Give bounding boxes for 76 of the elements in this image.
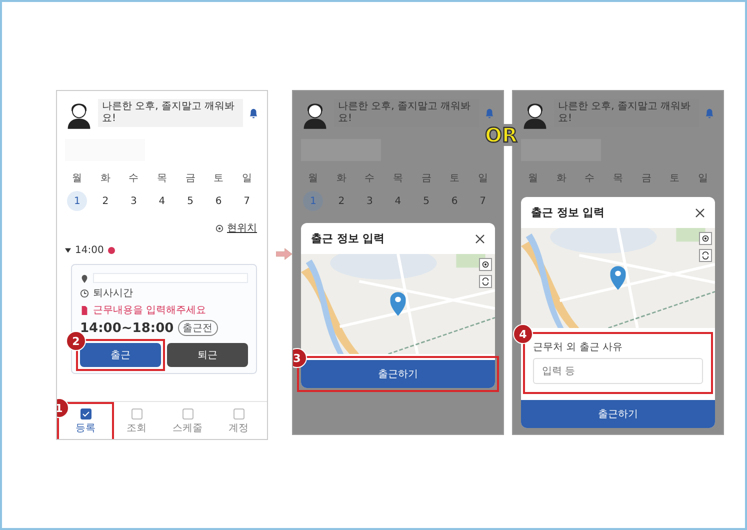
weekday-label: 화 [556, 172, 566, 185]
check-square-icon [80, 408, 92, 420]
clock-icon [80, 288, 89, 298]
date-button[interactable]: 7 [472, 191, 493, 211]
refresh-icon [481, 277, 490, 286]
step-badge: 4 [513, 324, 533, 344]
weekday-label: 금 [641, 172, 652, 185]
or-label: OR [483, 124, 520, 146]
weekday-label: 금 [185, 172, 196, 185]
date-button[interactable]: 3 [124, 191, 144, 211]
date-button[interactable]: 1 [67, 191, 88, 211]
reason-label: 근무처 외 출근 사유 [533, 341, 624, 354]
date-button[interactable]: 2 [95, 191, 116, 211]
dialog-title: 출근 정보 입력 [531, 205, 605, 220]
status-dot-icon [108, 247, 115, 254]
attendance-button[interactable]: 출근 [80, 343, 161, 367]
locate-button[interactable] [479, 258, 492, 271]
reason-input[interactable]: 입력 등 [533, 358, 703, 384]
square-icon [232, 408, 244, 420]
weekday-label: 화 [100, 172, 110, 185]
nav-tab[interactable]: 스케줄 [163, 406, 212, 437]
weekday-label: 토 [450, 172, 460, 185]
weekday-label: 화 [336, 172, 346, 185]
square-icon [130, 408, 142, 420]
weekday-label: 일 [698, 172, 708, 185]
weekday-label: 목 [156, 172, 167, 185]
weekday-label: 목 [612, 172, 623, 185]
caret-icon[interactable] [65, 248, 71, 253]
refresh-button[interactable] [479, 275, 492, 288]
date-button[interactable]: 6 [208, 191, 229, 211]
weekday-label: 수 [364, 172, 375, 185]
dialog-title: 출근 정보 입력 [311, 231, 385, 246]
date-button[interactable]: 6 [444, 191, 465, 211]
nav-tab[interactable]: 조회 [112, 406, 161, 437]
clock-out-text: 퇴사시간 [93, 287, 133, 300]
target-icon [481, 260, 490, 269]
current-location-link[interactable]: 현위치 [227, 221, 257, 235]
date-button[interactable]: 5 [180, 191, 200, 211]
notice-text: 근무내용을 입력해주세요 [93, 304, 206, 317]
weekday-label: 월 [72, 172, 82, 185]
arrow-icon [276, 248, 292, 260]
status-badge: 출근전 [178, 320, 218, 336]
submit-button[interactable]: 출근하기 [301, 360, 495, 388]
document-icon [80, 306, 89, 314]
weekday-label: 수 [128, 172, 139, 185]
weekday-label: 토 [670, 172, 680, 185]
close-icon[interactable] [475, 234, 485, 244]
refresh-icon [701, 251, 710, 260]
attendance-button[interactable]: 퇴근 [167, 343, 248, 367]
square-icon [182, 408, 194, 420]
date-button[interactable]: 3 [360, 191, 380, 211]
submit-button[interactable]: 출근하기 [521, 400, 715, 428]
locate-button[interactable] [699, 232, 712, 245]
weekday-label: 수 [584, 172, 595, 185]
weekday-label: 월 [308, 172, 318, 185]
target-icon [215, 224, 224, 232]
weekday-label: 토 [214, 172, 224, 185]
pin-icon [80, 274, 89, 282]
weekday-label: 금 [421, 172, 432, 185]
step-badge: 2 [66, 331, 86, 351]
nav-tab[interactable]: 계정 [214, 406, 263, 437]
date-button[interactable]: 4 [388, 191, 408, 211]
weekday-label: 일 [242, 172, 252, 185]
weekday-label: 월 [528, 172, 538, 185]
date-button[interactable]: 7 [236, 191, 257, 211]
date-button[interactable]: 5 [416, 191, 436, 211]
weekday-label: 일 [478, 172, 488, 185]
refresh-button[interactable] [699, 249, 712, 262]
target-icon [701, 234, 710, 243]
bell-icon[interactable] [248, 108, 259, 118]
weekday-label: 목 [392, 172, 403, 185]
date-button[interactable]: 4 [152, 191, 172, 211]
greeting-text: 나른한 오후, 졸지말고 깨워봐요! [98, 99, 243, 127]
date-button[interactable]: 2 [331, 191, 352, 211]
close-icon[interactable] [695, 208, 705, 218]
time-text: 14:00 [75, 245, 104, 256]
